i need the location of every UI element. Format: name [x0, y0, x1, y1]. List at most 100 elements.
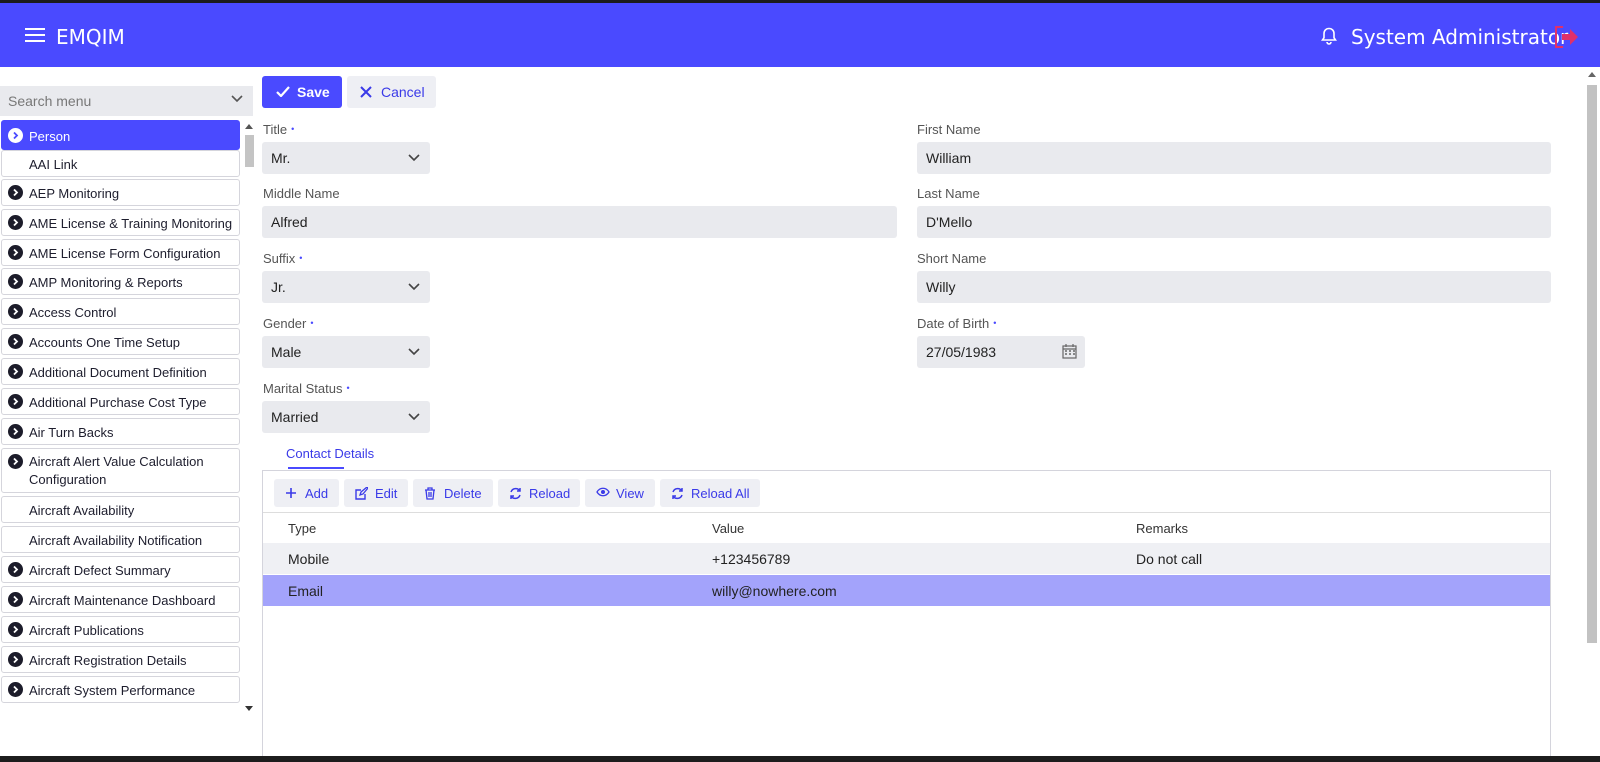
sidebar-item-ame-license-training[interactable]: AME License & Training Monitoring	[1, 209, 240, 236]
sidebar-item-label: Accounts One Time Setup	[29, 335, 181, 350]
reload-button[interactable]: Reload	[498, 479, 580, 507]
gender-select[interactable]: Male	[262, 336, 430, 368]
sidebar-item-access-control[interactable]: Access Control	[1, 298, 240, 325]
main-scroll-thumb[interactable]	[1587, 85, 1597, 643]
scroll-up-icon[interactable]	[1588, 71, 1596, 77]
sidebar-item-aircraft-maintenance-dashboard[interactable]: Aircraft Maintenance Dashboard	[1, 586, 240, 613]
sidebar-item-label: Air Turn Backs	[29, 425, 114, 440]
sidebar-menu: Person AAI Link AEP Monitoring AME Licen…	[0, 120, 243, 715]
marital-status-value: Married	[271, 409, 319, 425]
view-button[interactable]: View	[585, 479, 655, 507]
logout-icon[interactable]	[1553, 25, 1579, 54]
contact-details-grid: Add Edit Delete Reload View Reload All T…	[262, 470, 1551, 762]
save-button[interactable]: Save	[262, 76, 342, 108]
sidebar-item-label: AME License Form Configuration	[29, 246, 221, 261]
window-bottom-edge	[0, 756, 1600, 762]
scroll-up-icon[interactable]	[245, 123, 253, 129]
main-scrollbar[interactable]	[1584, 67, 1600, 752]
plus-icon	[286, 488, 296, 498]
sidebar-item-label: Additional Purchase Cost Type	[29, 395, 207, 410]
required-marker: •	[291, 124, 295, 134]
sidebar-item-aircraft-alert-value[interactable]: Aircraft Alert Value Calculation Configu…	[1, 448, 240, 493]
column-header-value[interactable]: Value	[712, 521, 744, 536]
trash-icon	[425, 487, 435, 500]
calendar-icon[interactable]	[1062, 344, 1077, 359]
refresh-icon	[510, 487, 521, 500]
chevron-right-circle-icon	[8, 215, 23, 230]
date-of-birth-value: 27/05/1983	[926, 344, 997, 360]
last-name-field[interactable]: D'Mello	[917, 206, 1551, 238]
required-marker: •	[346, 383, 350, 393]
bell-icon[interactable]	[1321, 27, 1337, 50]
add-button[interactable]: Add	[274, 479, 339, 507]
last-name-value: D'Mello	[926, 214, 973, 230]
short-name-field[interactable]: Willy	[917, 271, 1551, 303]
sidebar-item-additional-document[interactable]: Additional Document Definition	[1, 358, 240, 385]
table-row-selected[interactable]: Email willy@nowhere.com	[263, 575, 1550, 606]
sidebar-scrollbar[interactable]	[243, 120, 255, 715]
menu-icon[interactable]	[25, 28, 45, 44]
sidebar-item-aircraft-availability-notification[interactable]: Aircraft Availability Notification	[1, 526, 240, 553]
marital-status-select[interactable]: Married	[262, 401, 430, 433]
cell-remarks: Do not call	[1136, 551, 1203, 567]
reload-all-button[interactable]: Reload All	[660, 479, 760, 507]
tab-contact-details[interactable]: Contact Details	[286, 446, 374, 461]
cancel-button-label: Cancel	[381, 84, 425, 100]
sidebar-item-label: Aircraft Availability Notification	[29, 533, 203, 548]
first-name-field[interactable]: William	[917, 142, 1551, 174]
sidebar-item-air-turn-backs[interactable]: Air Turn Backs	[1, 418, 240, 445]
date-of-birth-field[interactable]: 27/05/1983	[917, 336, 1085, 368]
chevron-right-circle-icon	[8, 185, 23, 200]
grid-header-row: Type Value Remarks	[263, 512, 1550, 543]
sidebar-item-amp-monitoring[interactable]: AMP Monitoring & Reports	[1, 268, 240, 295]
sidebar-item-additional-purchase[interactable]: Additional Purchase Cost Type	[1, 388, 240, 415]
sidebar-item-aircraft-availability[interactable]: Aircraft Availability	[1, 496, 240, 523]
sidebar-item-aircraft-defect-summary[interactable]: Aircraft Defect Summary	[1, 556, 240, 583]
sidebar-item-person[interactable]: Person	[1, 120, 240, 150]
sidebar-item-label: Aircraft Availability	[29, 503, 135, 518]
chevron-right-circle-icon	[8, 394, 23, 409]
required-marker: •	[299, 253, 303, 263]
user-name[interactable]: System Administrator	[1351, 25, 1568, 49]
gender-value: Male	[271, 344, 302, 360]
suffix-label: Suffix •	[263, 251, 303, 266]
chevron-right-circle-icon	[8, 622, 23, 637]
sidebar-item-aai-link[interactable]: AAI Link	[1, 150, 240, 177]
close-icon	[360, 86, 372, 98]
edit-button-label: Edit	[375, 486, 398, 501]
chevron-down-icon[interactable]	[231, 95, 243, 103]
reload-button-label: Reload	[529, 486, 571, 501]
sidebar-item-aircraft-publications[interactable]: Aircraft Publications	[1, 616, 240, 643]
suffix-select[interactable]: Jr.	[262, 271, 430, 303]
search-menu-input[interactable]	[0, 86, 220, 116]
top-app-bar: EMQIM System Administrator	[0, 0, 1600, 67]
middle-name-field[interactable]: Alfred	[262, 206, 897, 238]
first-name-label: First Name	[917, 122, 981, 137]
sidebar-item-aep-monitoring[interactable]: AEP Monitoring	[1, 179, 240, 206]
table-row[interactable]: Mobile +123456789 Do not call	[263, 543, 1550, 574]
column-header-type[interactable]: Type	[288, 521, 316, 536]
search-menu-box[interactable]	[0, 86, 253, 116]
sidebar-item-aircraft-system-performance[interactable]: Aircraft System Performance	[1, 676, 240, 703]
cell-type: Mobile	[288, 551, 330, 567]
sidebar-scroll-thumb[interactable]	[245, 135, 254, 167]
short-name-label: Short Name	[917, 251, 987, 266]
delete-button[interactable]: Delete	[413, 479, 493, 507]
edit-button[interactable]: Edit	[344, 479, 408, 507]
title-select[interactable]: Mr.	[262, 142, 430, 174]
chevron-right-circle-icon	[8, 652, 23, 667]
sidebar-item-aircraft-registration[interactable]: Aircraft Registration Details	[1, 646, 240, 673]
add-button-label: Add	[305, 486, 329, 501]
column-header-remarks[interactable]: Remarks	[1136, 521, 1188, 536]
cancel-button[interactable]: Cancel	[347, 76, 436, 108]
chevron-right-circle-icon	[8, 128, 23, 143]
scroll-down-icon[interactable]	[245, 706, 253, 712]
cell-type: Email	[288, 583, 324, 599]
sidebar-item-label: Aircraft Maintenance Dashboard	[29, 593, 216, 608]
title-value: Mr.	[271, 150, 291, 166]
sidebar-item-accounts-setup[interactable]: Accounts One Time Setup	[1, 328, 240, 355]
sidebar-item-label: Aircraft System Performance	[29, 683, 196, 698]
sidebar-item-ame-license-form[interactable]: AME License Form Configuration	[1, 239, 240, 266]
refresh-icon	[672, 487, 683, 500]
reload-all-button-label: Reload All	[691, 486, 750, 501]
